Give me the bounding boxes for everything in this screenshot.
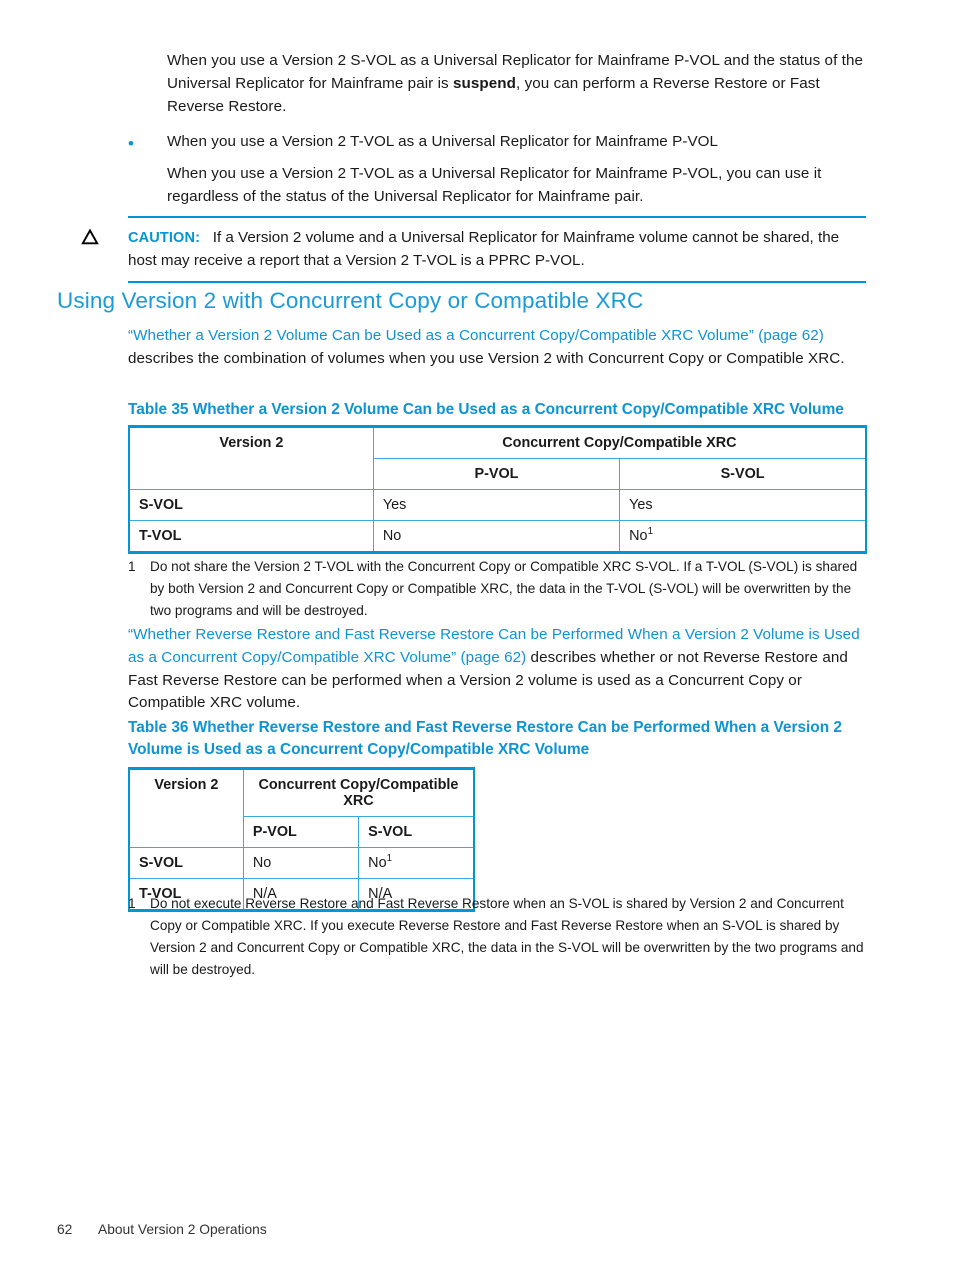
paragraph-table36-intro: “Whether Reverse Restore and Fast Revers… bbox=[128, 624, 876, 715]
intro-text-emphasis: suspend bbox=[453, 74, 517, 92]
document-page: When you use a Version 2 S-VOL as a Univ… bbox=[0, 0, 954, 1271]
paragraph-table36-intro-text: “Whether Reverse Restore and Fast Revers… bbox=[128, 624, 876, 715]
caution-admonition: CAUTION: If a Version 2 volume and a Uni… bbox=[81, 216, 866, 283]
table-35-row-1-svol-footnote-marker: 1 bbox=[647, 526, 654, 538]
table-35-row-1-pvol: No bbox=[372, 520, 621, 554]
table-35-header-version2: Version 2 bbox=[127, 425, 374, 490]
table-36-header-version2: Version 2 bbox=[127, 767, 244, 848]
caution-bottom-rule bbox=[128, 280, 866, 283]
footnote-table36-text: Do not execute Reverse Restore and Fast … bbox=[150, 896, 864, 978]
caution-body: CAUTION: If a Version 2 volume and a Uni… bbox=[81, 218, 866, 281]
table-row: T-VOL No No1 bbox=[127, 520, 868, 554]
table-36-head: Version 2 Concurrent Copy/Compatible XRC… bbox=[127, 767, 476, 848]
page-title: Using Version 2 with Concurrent Copy or … bbox=[57, 288, 644, 313]
table-35-row-1-svol: No1 bbox=[619, 520, 868, 554]
list-item-line-1: When you use a Version 2 T-VOL as a Univ… bbox=[167, 133, 719, 150]
table-36: Version 2 Concurrent Copy/Compatible XRC… bbox=[127, 767, 476, 912]
warning-triangle-icon bbox=[81, 228, 99, 246]
bullet-marker-icon: • bbox=[128, 134, 134, 153]
table-35-subheader-svol: S-VOL bbox=[619, 458, 868, 490]
caution-text: If a Version 2 volume and a Universal Re… bbox=[128, 229, 839, 269]
intro-paragraph: When you use a Version 2 S-VOL as a Univ… bbox=[167, 50, 867, 118]
table-36-row-0-svol: No1 bbox=[358, 847, 476, 879]
caution-text-content: If a Version 2 volume and a Universal Re… bbox=[128, 229, 840, 269]
table-36-row-0-svol-value: No bbox=[368, 855, 387, 871]
footnote-table35: 1 Do not share the Version 2 T-VOL with … bbox=[128, 556, 868, 622]
table-36-row-0-label: S-VOL bbox=[127, 847, 244, 879]
table-35: Version 2 Concurrent Copy/Compatible XRC… bbox=[127, 425, 868, 554]
table-35-row-1-svol-value: No bbox=[629, 528, 648, 544]
bullet-list: • When you use a Version 2 T-VOL as a Un… bbox=[128, 131, 868, 208]
table-36-row-0-pvol: No bbox=[242, 847, 360, 879]
footnote-table36-number: 1 bbox=[128, 896, 136, 911]
table-row: S-VOL No No1 bbox=[127, 847, 476, 879]
table-row: Version 2 Concurrent Copy/Compatible XRC bbox=[127, 425, 867, 490]
table-35-head: Version 2 Concurrent Copy/Compatible XRC… bbox=[127, 425, 868, 490]
page-number: 62 bbox=[57, 1222, 73, 1237]
paragraph-table35-rest: describes the combination of volumes whe… bbox=[128, 349, 845, 367]
table-35-header-group: Concurrent Copy/Compatible XRC bbox=[372, 425, 867, 459]
table-row: Version 2 Concurrent Copy/Compatible XRC bbox=[127, 767, 475, 848]
paragraph-table35-intro: “Whether a Version 2 Volume Can be Used … bbox=[128, 325, 876, 371]
cross-reference-link-table35[interactable]: “Whether a Version 2 Volume Can be Used … bbox=[128, 327, 824, 344]
footnote-table35-number: 1 bbox=[128, 559, 136, 574]
table-35-row-0-svol-value: Yes bbox=[629, 497, 653, 513]
page-footer: 62 About Version 2 Operations bbox=[57, 1222, 267, 1237]
caution-label: CAUTION: bbox=[128, 230, 201, 246]
table-35-subheader-pvol: P-VOL bbox=[372, 458, 621, 490]
table-35-row-0-svol: Yes bbox=[619, 489, 868, 521]
table-36-row-0-svol-footnote-marker: 1 bbox=[386, 853, 393, 865]
table-36-subheader-pvol: P-VOL bbox=[242, 816, 360, 848]
table-caption-35: Table 35 Whether a Version 2 Volume Can … bbox=[128, 401, 844, 418]
table-35-body: S-VOL Yes Yes T-VOL No No1 bbox=[127, 489, 868, 554]
list-item: • When you use a Version 2 T-VOL as a Un… bbox=[128, 131, 868, 208]
footnote-table35-text: Do not share the Version 2 T-VOL with th… bbox=[150, 559, 858, 619]
footnote-table36: 1 Do not execute Reverse Restore and Fas… bbox=[128, 893, 868, 981]
table-36-header-group: Concurrent Copy/Compatible XRC bbox=[242, 767, 475, 817]
list-item-body: When you use a Version 2 T-VOL as a Univ… bbox=[167, 131, 868, 208]
table-row: S-VOL Yes Yes bbox=[127, 489, 868, 521]
list-item-line-2: When you use a Version 2 T-VOL as a Univ… bbox=[167, 164, 822, 205]
table-caption-36: Table 36 Whether Reverse Restore and Fas… bbox=[128, 719, 842, 758]
footer-chapter-title: About Version 2 Operations bbox=[98, 1222, 267, 1237]
table-35-row-1-label: T-VOL bbox=[127, 520, 374, 554]
paragraph-table35-intro-text: “Whether a Version 2 Volume Can be Used … bbox=[128, 325, 876, 371]
table-35-row-0-label: S-VOL bbox=[127, 489, 374, 521]
intro-paragraph-text: When you use a Version 2 S-VOL as a Univ… bbox=[167, 50, 867, 118]
table-36-subheader-svol: S-VOL bbox=[358, 816, 476, 848]
table-35-row-0-pvol: Yes bbox=[372, 489, 621, 521]
